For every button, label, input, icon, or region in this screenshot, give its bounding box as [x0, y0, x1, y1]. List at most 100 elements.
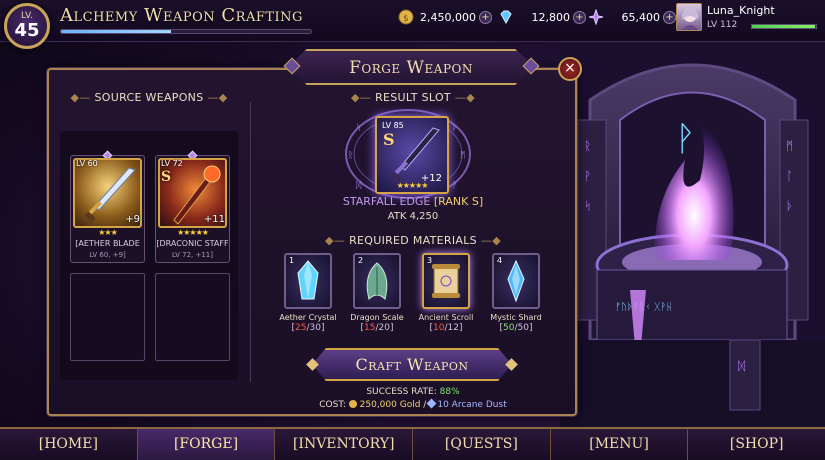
xp-progress-bar [60, 29, 312, 34]
avatar[interactable] [676, 3, 702, 31]
top-bar: LV. 45 Alchemy Weapon Crafting $ 2,450,0… [0, 0, 825, 49]
material-index: 2 [358, 256, 364, 265]
result-attack: ATK 4,250 [387, 211, 439, 222]
player-profile[interactable]: Luna_Knight LV 112 [676, 3, 821, 35]
material-count: [25/30] [291, 323, 325, 333]
material-need: 30 [309, 323, 321, 333]
arcane-dust-icon [588, 9, 604, 25]
craft-weapon-button[interactable]: Craft Weapon [312, 348, 512, 381]
player-level-badge: LV. 45 [4, 3, 50, 49]
screen-title: Alchemy Weapon Crafting [60, 5, 303, 26]
material-icon-frame: 3 [422, 253, 470, 309]
svg-text:ᛚ: ᛚ [786, 169, 793, 183]
craft-cost: COST: 250,000 Gold /10 Arcane Dust [319, 398, 507, 410]
material-need: 12 [447, 323, 459, 333]
gem-icon [498, 9, 514, 25]
cost-gold: 250,000 Gold [359, 400, 421, 410]
material-icon-frame: 1 [284, 253, 332, 309]
svg-text:ᚦ: ᚦ [786, 199, 793, 213]
svg-text:ᚱ: ᚱ [348, 150, 353, 161]
material-have: 25 [295, 323, 307, 333]
svg-text:ᚹ: ᚹ [675, 119, 695, 159]
weapon-stars: ★★★★★ [177, 228, 209, 237]
weapon-level: LV 72 [161, 159, 183, 168]
weapon-rank: S [161, 169, 172, 185]
svg-text:ᛗ: ᛗ [460, 150, 465, 161]
result-stars: ★★★★★ [396, 181, 429, 190]
nav-home[interactable]: [HOME] [0, 429, 138, 460]
gold-amount: 2,450,000 [420, 10, 476, 24]
svg-text:ᚹ: ᚹ [452, 180, 457, 191]
player-hp-fill [752, 25, 815, 28]
cost-dust: 10 Arcane Dust [437, 400, 507, 410]
material-slot-4[interactable]: 4 Mystic Shard [50/50] [486, 253, 546, 333]
add-dust-button[interactable]: + [663, 10, 676, 24]
source-weapon-slot-2[interactable]: LV 72 S +11 ★★★★★ [DRACONIC STAFF LV 72,… [155, 150, 230, 263]
player-hp-bar [751, 24, 817, 29]
svg-text:ᚱ: ᚱ [584, 139, 591, 153]
close-button[interactable]: × [558, 57, 582, 81]
nav-forge[interactable]: [FORGE] [137, 429, 276, 460]
result-weapon-name: STARFALL EDGE [RANK S] [342, 195, 484, 208]
dust-amount: 65,400 [621, 10, 661, 24]
svg-text:ᛋ: ᛋ [584, 199, 591, 213]
gold-currency: $ 2,450,000 + [398, 8, 492, 26]
nav-shop[interactable]: [SHOP] [688, 429, 825, 460]
material-have: 10 [433, 323, 445, 333]
nav-menu[interactable]: [MENU] [551, 429, 689, 460]
material-count: [50/50] [499, 323, 533, 333]
nav-inventory[interactable]: [INVENTORY] [275, 429, 414, 460]
success-rate-value: 88% [439, 387, 460, 397]
material-icon-frame: 4 [492, 253, 540, 309]
weapon-level: LV 60 [76, 159, 98, 168]
svg-text:ᚦ: ᚦ [452, 122, 457, 133]
material-index: 3 [427, 256, 433, 265]
result-weapon-slot[interactable]: LV 85 S +12 ★★★★★ [375, 116, 449, 194]
nav-quests[interactable]: [QUESTS] [413, 429, 551, 460]
panel-divider [250, 102, 251, 382]
gold-coin-icon [348, 400, 357, 408]
shrine-background-art: ᚱ ᚹ ᛋ ᛗ ᛚ ᚦ ᚹ ᚠᚢᚦᚨᚱᚲ ᚷᚹᚺ ᛞ [560, 40, 825, 430]
craft-button-label: Craft Weapon [355, 355, 469, 374]
weapon-detail: LV 72, +11] [171, 251, 213, 259]
empty-weapon-slot-3[interactable] [70, 273, 145, 361]
source-weapons-heading: ◆— SOURCE WEAPONS —◆ [70, 91, 228, 104]
material-need: 50 [517, 323, 529, 333]
material-slot-2[interactable]: 2 Dragon Scale [15/20] [347, 253, 407, 333]
weapon-stars: ★★★ [98, 228, 118, 237]
material-icon-frame: 2 [353, 253, 401, 309]
weapon-name: [DRACONIC STAFF [156, 239, 229, 248]
bottom-nav: [HOME] [FORGE] [INVENTORY] [QUESTS] [MEN… [0, 427, 825, 460]
svg-text:ᛋ: ᛋ [356, 123, 361, 133]
weapon-enhance-level: +11 [203, 214, 225, 225]
result-rank-tag: [RANK S] [433, 195, 484, 208]
xp-progress-fill [61, 30, 171, 33]
success-rate: SUCCESS RATE: 88% [366, 387, 460, 397]
svg-text:ᛗ: ᛗ [786, 139, 793, 153]
add-gold-button[interactable]: + [478, 10, 492, 24]
material-slot-1[interactable]: 1 Aether Crystal [25/30] [278, 253, 338, 333]
svg-text:ᛞ: ᛞ [738, 359, 745, 373]
source-weapon-slot-1[interactable]: LV 60 +9 ★★★ [AETHER BLADE LV 60, +9] [70, 150, 145, 263]
gold-coin-icon: $ [398, 9, 414, 25]
material-count: [15/20] [360, 323, 394, 333]
panel-title-banner: Forge Weapon [287, 49, 535, 85]
gem-amount: 12,800 [531, 10, 571, 24]
gem-currency: 12,800 + [498, 8, 586, 26]
svg-text:ᚹ: ᚹ [584, 169, 591, 183]
svg-text:$: $ [403, 14, 409, 24]
material-name: Dragon Scale [350, 313, 404, 322]
weapon-detail: LV 60, +9] [89, 251, 126, 259]
material-name: Ancient Scroll [418, 313, 474, 322]
material-slot-3[interactable]: 3 Ancient Scroll [10/12] [416, 253, 476, 333]
dust-currency: 65,400 + [588, 8, 676, 26]
result-level: LV 85 [382, 121, 404, 130]
material-have: 50 [503, 323, 515, 333]
material-name: Mystic Shard [490, 313, 542, 322]
material-have: 15 [364, 323, 376, 333]
player-level: LV 112 [707, 20, 738, 30]
result-rank: S [383, 130, 395, 149]
empty-weapon-slot-4[interactable] [155, 273, 230, 361]
panel-title: Forge Weapon [349, 58, 473, 78]
add-gems-button[interactable]: + [573, 10, 586, 24]
